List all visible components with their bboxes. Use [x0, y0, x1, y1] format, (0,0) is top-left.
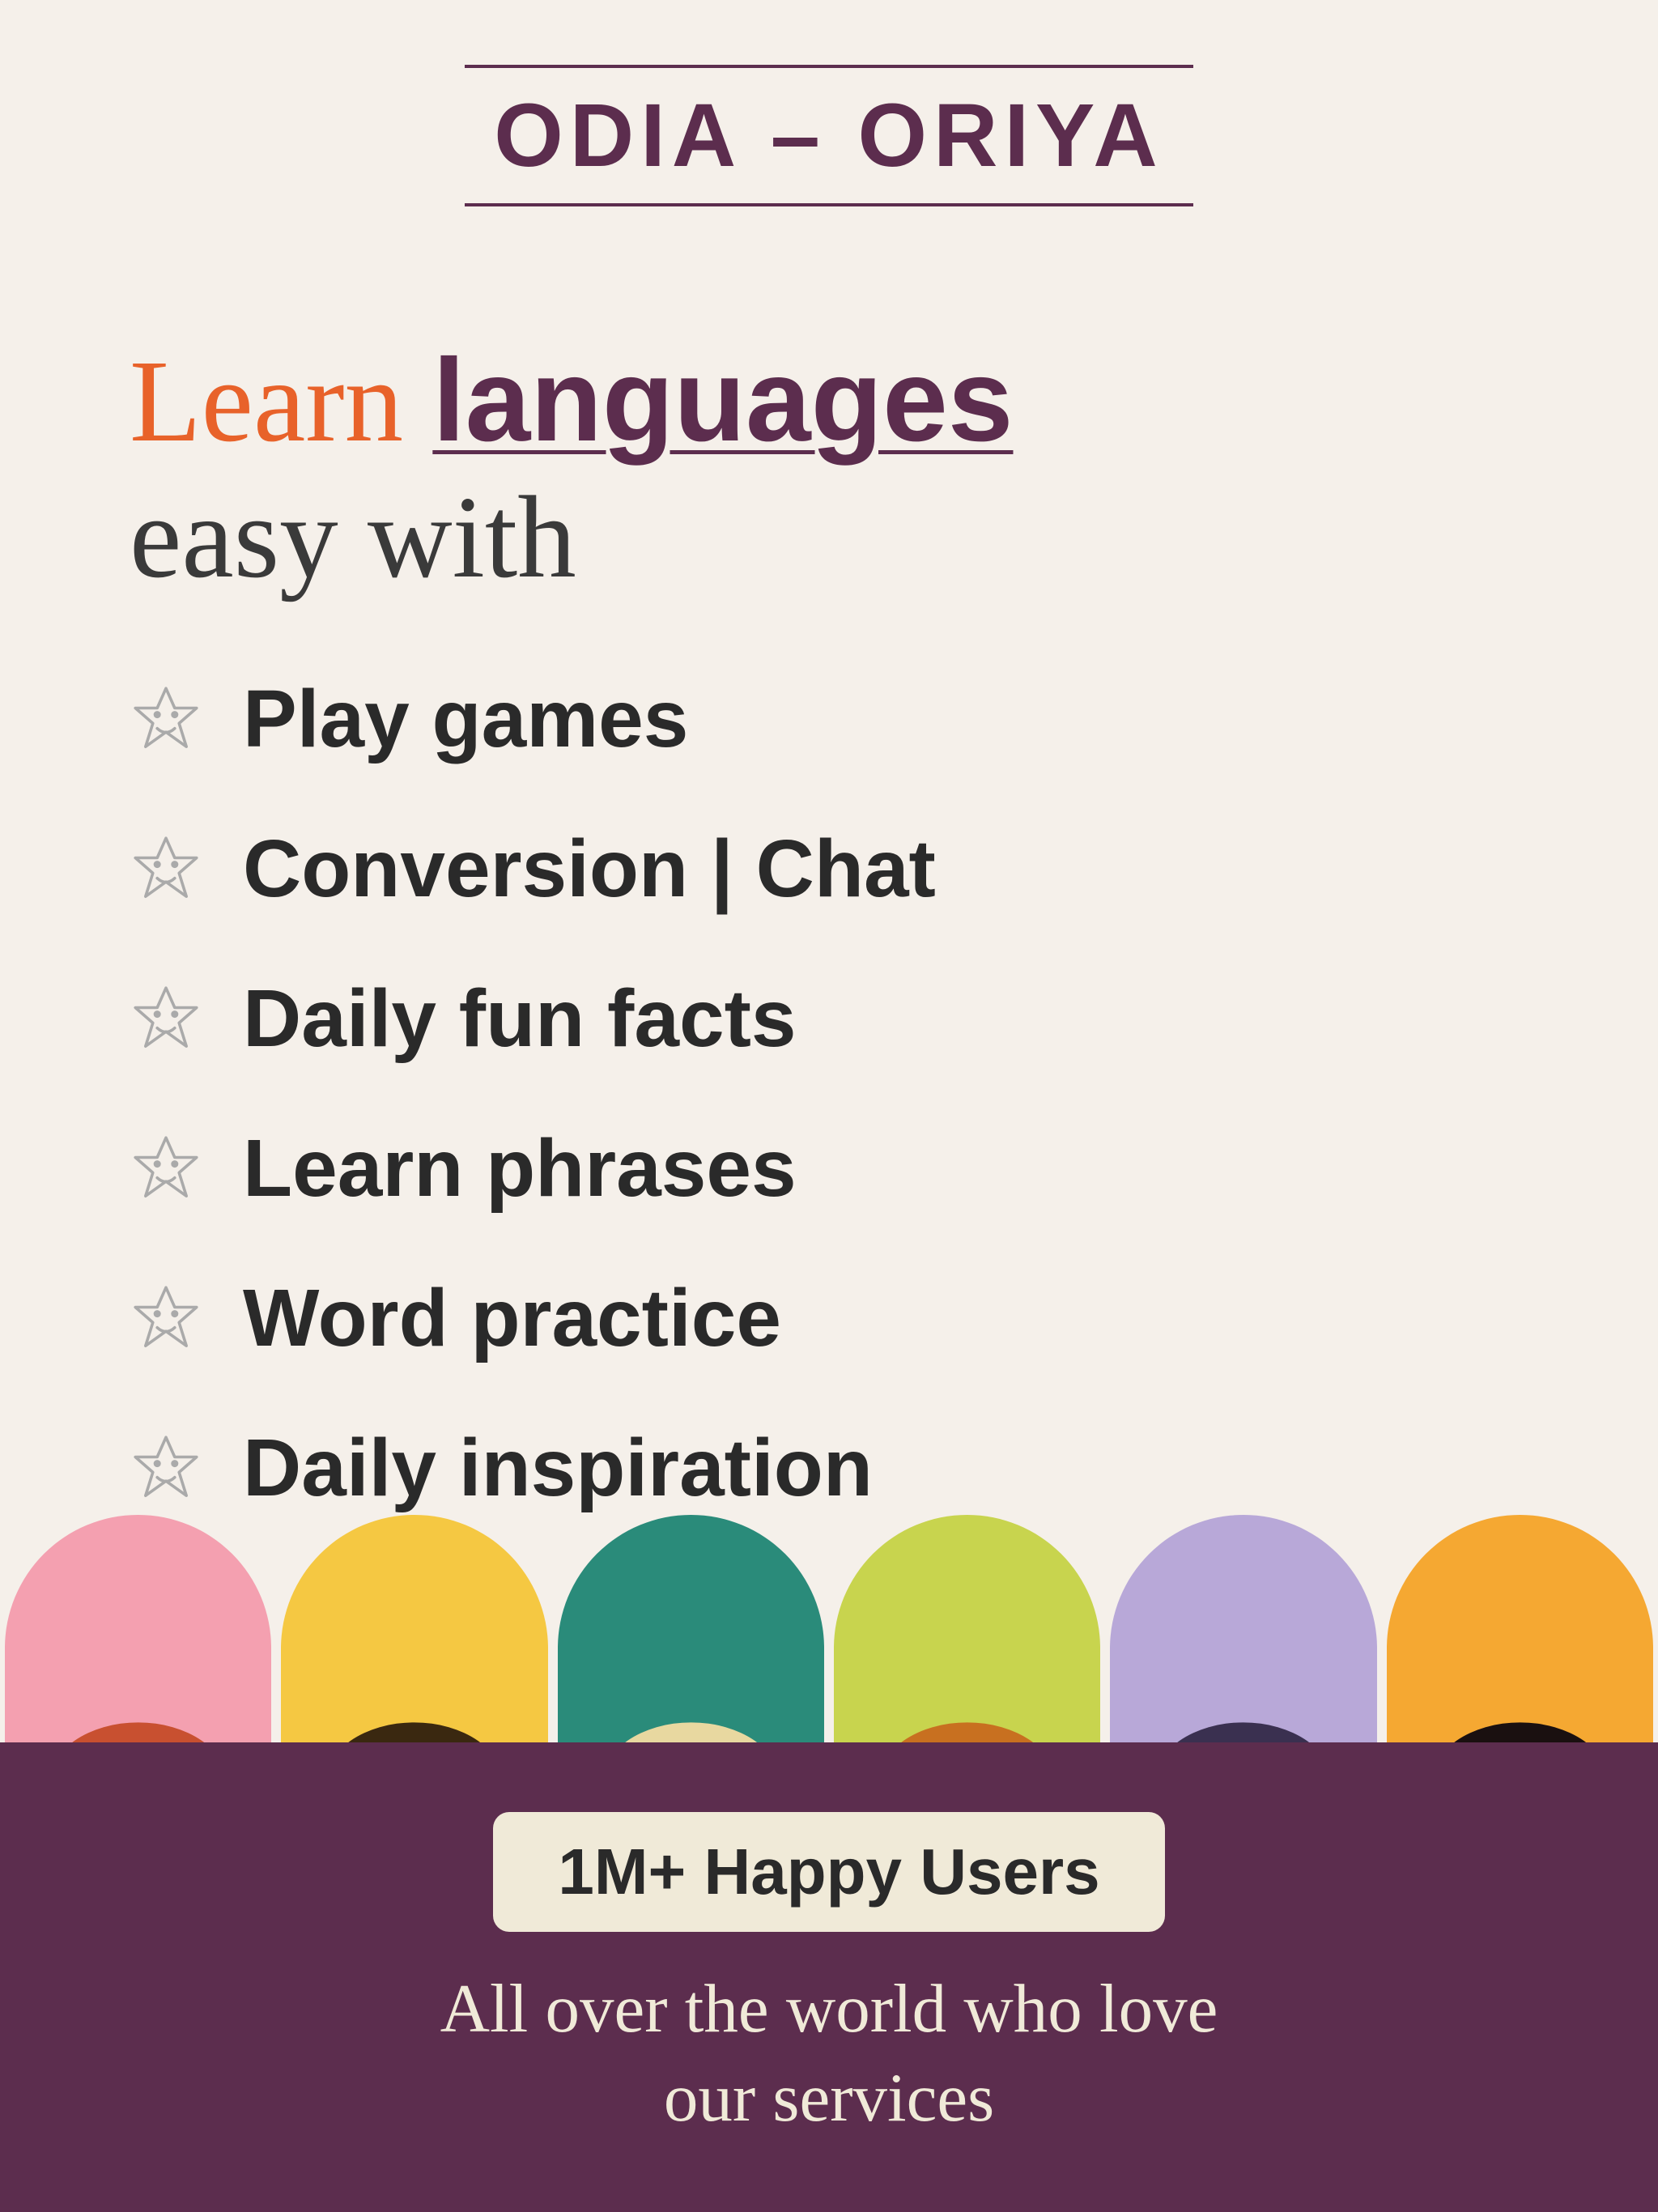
- title-line-bottom: [465, 203, 1193, 206]
- star-icon: [130, 982, 202, 1055]
- feature-text-learn-phrases: Learn phrases: [243, 1122, 797, 1215]
- hero-line1: Learn languages: [130, 336, 1528, 467]
- title-line-top: [465, 65, 1193, 68]
- feature-text-word-practice: Word practice: [243, 1272, 781, 1365]
- app-container: ODIA – ORIYA Learn languages easy with P…: [0, 0, 1658, 2212]
- tagline-line2: our services: [664, 2060, 994, 2136]
- star-icon: [130, 832, 202, 905]
- hero-bold: languages: [432, 334, 1013, 466]
- hero-plain: Learn: [130, 337, 403, 466]
- star-icon: [130, 1431, 202, 1504]
- feature-item-conversion-chat: Conversion | Chat: [130, 823, 1528, 916]
- feature-text-play-games: Play games: [243, 673, 688, 766]
- title-section: ODIA – ORIYA: [65, 49, 1593, 223]
- star-icon: [130, 1132, 202, 1205]
- feature-text-conversion-chat: Conversion | Chat: [243, 823, 936, 916]
- tagline-line1: All over the world who love: [440, 1971, 1218, 2047]
- section-bottom: 1M+ Happy Users All over the world who l…: [0, 1515, 1658, 2212]
- main-content: ODIA – ORIYA Learn languages easy with P…: [0, 0, 1658, 1515]
- star-icon: [130, 683, 202, 755]
- star-icon: [130, 1282, 202, 1355]
- features-list: Play games Conversion | Chat Daily fun f…: [65, 673, 1593, 1515]
- footer-tagline: All over the world who love our services: [440, 1964, 1218, 2143]
- feature-text-daily-fun-facts: Daily fun facts: [243, 972, 797, 1066]
- feature-item-word-practice: Word practice: [130, 1272, 1528, 1365]
- feature-item-daily-inspiration: Daily inspiration: [130, 1422, 1528, 1515]
- hero-text: Learn languages easy with: [65, 287, 1593, 608]
- feature-item-learn-phrases: Learn phrases: [130, 1122, 1528, 1215]
- footer: 1M+ Happy Users All over the world who l…: [0, 1742, 1658, 2212]
- feature-item-play-games: Play games: [130, 673, 1528, 766]
- app-title: ODIA – ORIYA: [494, 84, 1164, 187]
- users-badge: 1M+ Happy Users: [493, 1812, 1164, 1932]
- feature-item-daily-fun-facts: Daily fun facts: [130, 972, 1528, 1066]
- feature-text-daily-inspiration: Daily inspiration: [243, 1422, 873, 1515]
- hero-line2: easy with: [130, 467, 1528, 608]
